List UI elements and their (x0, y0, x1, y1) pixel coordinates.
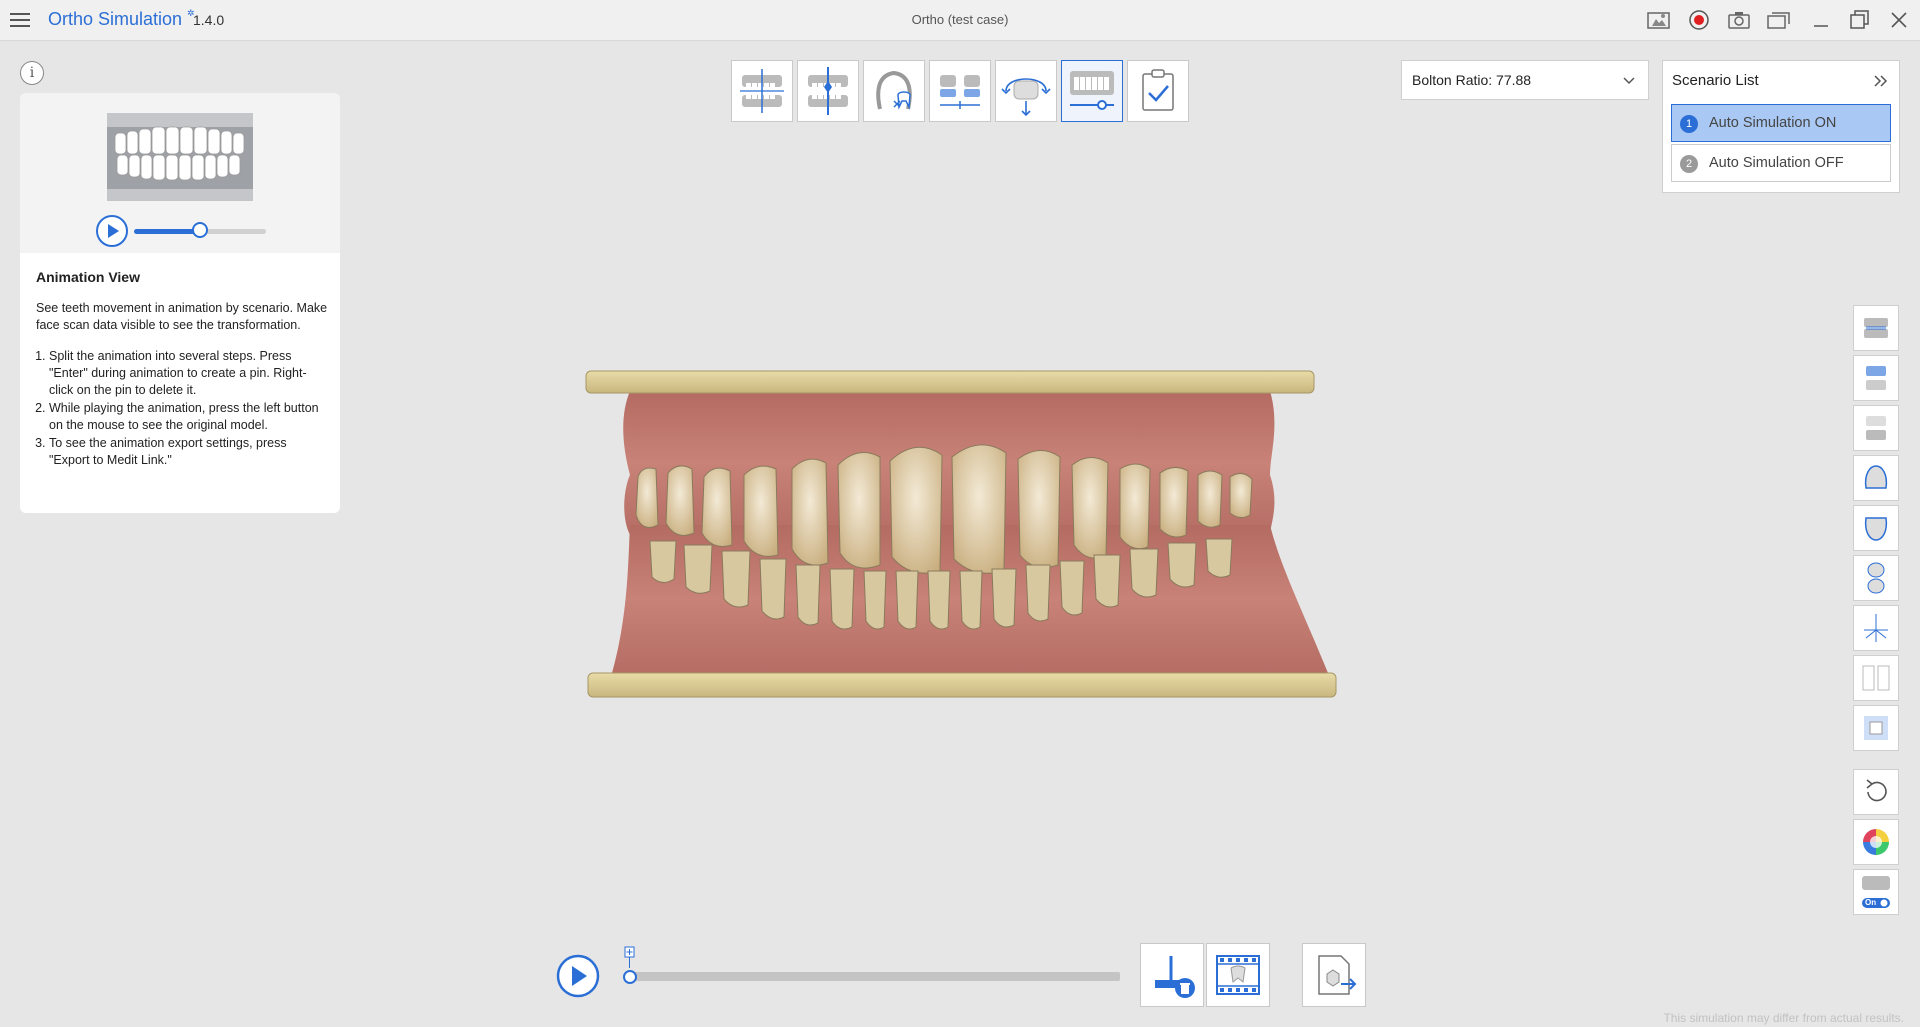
chevron-down-icon (1623, 77, 1635, 85)
auto-simulation-toggle-button[interactable]: On (1853, 869, 1899, 915)
app-title: Ortho Simulation (48, 9, 183, 29)
scenario-list-panel: Scenario List 1 Auto Simulation ON 2 Aut… (1662, 60, 1900, 193)
rotation-icon (1001, 78, 1051, 117)
hamburger-menu-icon[interactable] (8, 8, 32, 32)
color-wheel-icon (1863, 829, 1889, 855)
timeline-handle[interactable] (623, 970, 637, 984)
info-steps: Split the animation into several steps. … (36, 348, 328, 469)
upper-jaw-view-icon (1866, 366, 1886, 390)
arch-alignment-button[interactable] (929, 60, 991, 122)
scenario-item-auto-simulation-on[interactable]: 1 Auto Simulation ON (1671, 104, 1891, 142)
split-view-icon (1862, 665, 1890, 691)
info-description: See teeth movement in animation by scena… (36, 301, 328, 332)
add-pin-delete-button[interactable] (1140, 943, 1204, 1007)
animation-view-info-panel: Animation View See teeth movement in ani… (20, 93, 340, 513)
preview-slider-handle[interactable] (192, 222, 208, 238)
scenario-item-label: Auto Simulation OFF (1709, 155, 1844, 171)
axis-view-button[interactable] (1853, 605, 1899, 651)
info-title: Animation View (36, 269, 140, 285)
record-icon[interactable] (1686, 8, 1712, 32)
occlusion-view-button[interactable] (731, 60, 793, 122)
tooth-exclude-icon (876, 70, 912, 110)
info-text: Animation View See teeth movement in ani… (36, 269, 328, 470)
rotation-button[interactable] (995, 60, 1057, 122)
gallery-icon[interactable] (1766, 8, 1792, 32)
dental-model-viewport[interactable] (580, 365, 1340, 701)
timeline-pin-icon[interactable] (623, 946, 637, 968)
maxilla-icon (1864, 465, 1888, 489)
animation-view-button[interactable] (1061, 60, 1123, 122)
scenario-number-badge: 1 (1680, 115, 1698, 133)
scenario-list-title: Scenario List (1672, 72, 1759, 89)
info-step: To see the animation export settings, pr… (49, 435, 328, 469)
midline-button[interactable] (797, 60, 859, 122)
window-title: Ortho (test case) (911, 12, 1009, 27)
mandible-icon (1864, 517, 1888, 541)
double-chevron-right-icon[interactable] (1871, 71, 1891, 91)
color-button[interactable] (1853, 819, 1899, 865)
info-button[interactable]: i (20, 61, 44, 85)
reset-view-button[interactable] (1853, 769, 1899, 815)
minimize-icon[interactable] (1808, 8, 1834, 32)
add-pin-delete-icon (1155, 956, 1195, 998)
play-icon[interactable] (555, 953, 601, 999)
timeline-track (626, 972, 1120, 981)
animation-preview (20, 93, 340, 253)
export-medit-link-button[interactable] (1302, 943, 1366, 1007)
auto-simulation-toggle-icon (1862, 876, 1890, 908)
preview-play-icon[interactable] (94, 213, 130, 249)
maxilla-view-button[interactable] (1853, 455, 1899, 501)
both-jaws-view-button[interactable] (1853, 305, 1899, 351)
bolton-ratio-dropdown[interactable]: Bolton Ratio: 77.88 (1401, 60, 1649, 100)
upper-jaw-view-button[interactable] (1853, 355, 1899, 401)
confirm-button[interactable] (1127, 60, 1189, 122)
split-jaw-icon (1867, 562, 1885, 594)
lower-jaw-view-button[interactable] (1853, 405, 1899, 451)
tooth-exclude-button[interactable] (863, 60, 925, 122)
film-frames-button[interactable] (1206, 943, 1270, 1007)
both-jaws-icon (1864, 318, 1888, 338)
lower-base-plate (587, 672, 1337, 698)
title-bar: Ortho Simulation ✲ 1.4.0 Ortho (test cas… (0, 0, 1920, 41)
disclaimer-text: This simulation may differ from actual r… (1663, 1011, 1904, 1025)
lower-jaw-view-icon (1866, 416, 1886, 440)
upper-base-plate (585, 370, 1315, 394)
info-step: Split the animation into several steps. … (49, 348, 328, 399)
camera-icon[interactable] (1726, 8, 1752, 32)
scenario-item-auto-simulation-off[interactable]: 2 Auto Simulation OFF (1671, 144, 1891, 182)
midline-icon (808, 67, 848, 115)
cube-view-icon (1864, 716, 1888, 740)
split-view-button[interactable] (1853, 655, 1899, 701)
toggle-on-label: On (1865, 898, 1877, 907)
cube-view-button[interactable] (1853, 705, 1899, 751)
info-step: While playing the animation, press the l… (49, 400, 328, 434)
arch-alignment-icon (940, 75, 980, 109)
close-icon[interactable] (1886, 8, 1912, 32)
animation-timeline[interactable] (622, 946, 1122, 986)
bolton-ratio-label: Bolton Ratio: 77.88 (1412, 72, 1532, 88)
axis-icon (1864, 614, 1888, 642)
restore-icon[interactable] (1846, 8, 1872, 32)
preview-slider-fill (134, 229, 200, 234)
export-medit-link-icon (1318, 955, 1357, 995)
occlusion-view-icon (740, 69, 784, 113)
film-frames-icon (1216, 955, 1260, 995)
scenario-item-label: Auto Simulation ON (1709, 115, 1837, 131)
confirm-icon (1142, 69, 1174, 111)
scenario-number-badge: 2 (1680, 155, 1698, 173)
photo-capture-icon[interactable] (1646, 8, 1672, 32)
split-jaw-view-button[interactable] (1853, 555, 1899, 601)
preview-slider[interactable] (134, 222, 266, 238)
mandible-view-button[interactable] (1853, 505, 1899, 551)
animation-view-icon (1070, 71, 1114, 110)
app-version: 1.4.0 (193, 12, 225, 28)
reset-view-icon (1866, 779, 1887, 802)
